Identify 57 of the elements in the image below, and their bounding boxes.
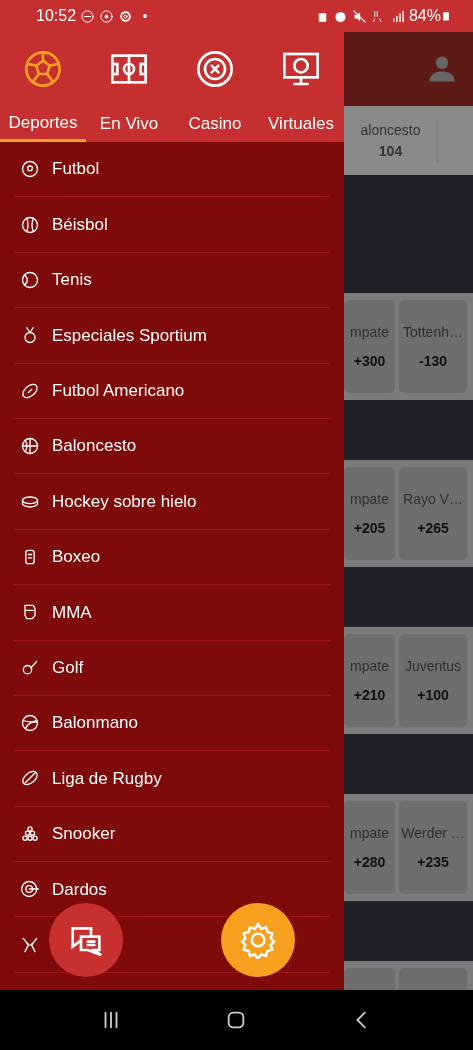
- odds-card[interactable]: mpate +210: [344, 634, 395, 727]
- outcome-name: mpate: [350, 322, 389, 342]
- sport-item[interactable]: Futbol: [52, 156, 100, 182]
- sport-item[interactable]: Hockey sobre hielo: [52, 488, 197, 515]
- category-count: 104: [378, 141, 403, 161]
- odds-value: +300: [353, 351, 386, 371]
- nav-tab[interactable]: Virtuales: [258, 106, 344, 142]
- notification-dot-icon: [141, 12, 150, 20]
- nav-tab[interactable]: Deportes: [0, 106, 86, 142]
- outcome-name: Werder …: [401, 823, 465, 843]
- odds-card[interactable]: Tottenh… -130: [399, 300, 467, 393]
- odds-value: +280: [353, 852, 386, 872]
- sport-item[interactable]: Futbol Americano: [52, 378, 185, 404]
- user-icon: [427, 54, 457, 84]
- snooker-balls-icon: [20, 823, 40, 844]
- odds-card[interactable]: mpate +205: [344, 467, 395, 560]
- odds-value: +210: [353, 685, 386, 705]
- baseball-icon: [20, 214, 40, 235]
- basketball-icon: [20, 436, 40, 457]
- sport-item[interactable]: Especiales Sportium: [52, 322, 207, 349]
- odds-card[interactable]: mpate +280: [344, 801, 395, 894]
- odds-card[interactable]: Rayo V… +265: [399, 467, 467, 560]
- clock-time: 10:52: [36, 6, 77, 26]
- sport-item[interactable]: Snooker: [52, 821, 116, 847]
- category-name: aloncesto: [360, 120, 421, 140]
- sport-item[interactable]: Tenis: [52, 267, 92, 293]
- sport-item[interactable]: Balonmano: [52, 710, 138, 736]
- sport-item[interactable]: Baloncesto: [52, 433, 137, 459]
- sport-item[interactable]: Béisbol: [52, 211, 108, 238]
- odds-value: +235: [417, 852, 449, 872]
- odds-value: +205: [353, 518, 386, 538]
- sport-item[interactable]: Liga de Rugby: [52, 765, 162, 792]
- odds-card[interactable]: Werder … +235: [399, 801, 467, 894]
- sport-item[interactable]: Golf: [52, 654, 84, 681]
- sport-item[interactable]: MMA: [52, 599, 92, 626]
- odds-value: +100: [417, 685, 449, 705]
- sport-item[interactable]: Boxeo: [52, 544, 101, 570]
- odds-card[interactable]: Juventus +100: [399, 634, 467, 727]
- outcome-name: mpate: [350, 489, 389, 509]
- outcome-name: mpate: [350, 823, 389, 843]
- sport-item[interactable]: Dardos: [52, 876, 107, 902]
- handball-icon: [20, 713, 40, 734]
- mute-icon: [351, 8, 367, 24]
- nav-tab[interactable]: Casino: [172, 106, 258, 142]
- odds-value: -130: [419, 351, 447, 371]
- tennis-ball-icon: [20, 269, 40, 290]
- outcome-name: Juventus: [404, 656, 461, 676]
- battery-level: 84%: [408, 6, 441, 26]
- nav-tab[interactable]: En Vivo: [86, 106, 172, 142]
- odds-value: +265: [417, 518, 449, 538]
- outcome-name: Tottenh…: [403, 322, 463, 342]
- odds-card[interactable]: mpate +300: [344, 300, 395, 393]
- dartboard-icon: [20, 879, 40, 900]
- soccer-ball-icon: [20, 159, 40, 180]
- outcome-name: Rayo V…: [403, 489, 463, 509]
- outcome-name: mpate: [350, 656, 389, 676]
- dnd-icon: [80, 8, 96, 24]
